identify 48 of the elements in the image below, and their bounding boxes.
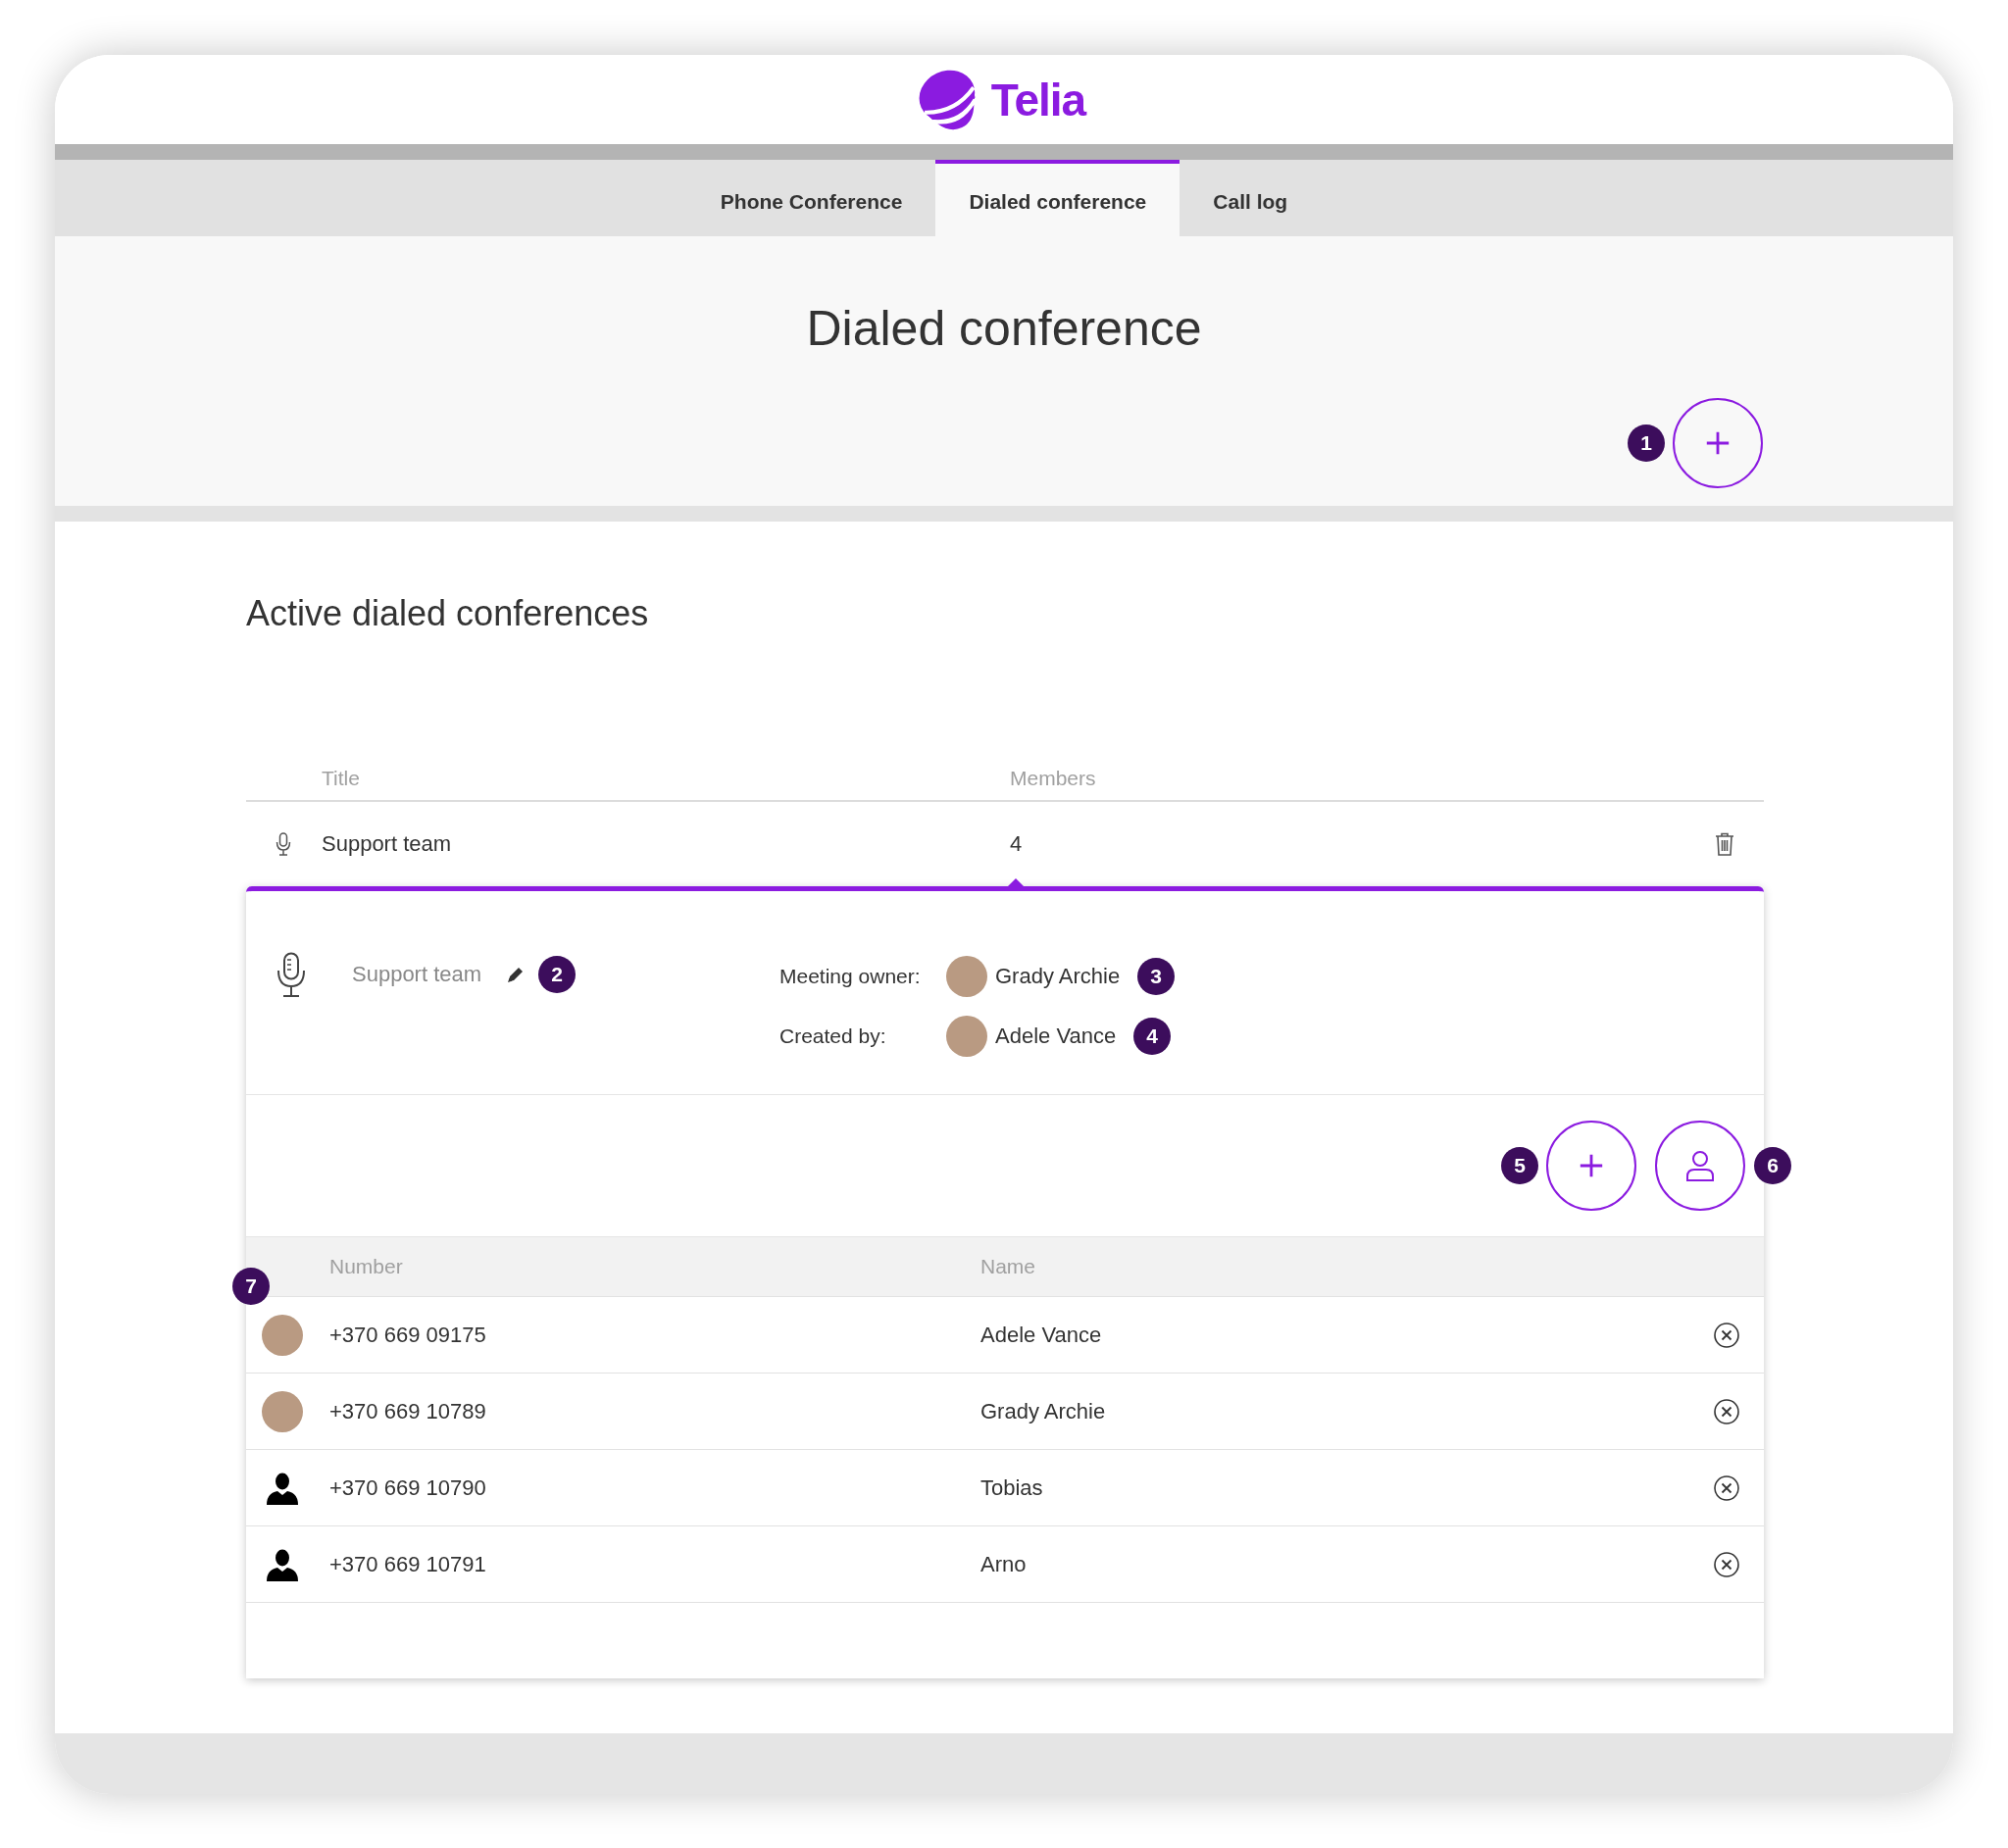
column-header: Number (329, 1255, 403, 1278)
conference-title: Support team (352, 962, 482, 987)
callout-badge: 7 (232, 1268, 270, 1305)
column-header: Title (322, 767, 360, 790)
callout-badge: 2 (538, 956, 577, 993)
phone-number: +370 669 09175 (329, 1322, 486, 1348)
tab[interactable]: Call log (1180, 160, 1322, 236)
column-header: Members (1010, 767, 1096, 790)
page-title: Dialed conference (805, 300, 1203, 358)
microphone-icon (276, 952, 306, 997)
plus-icon (1704, 429, 1732, 457)
microphone-icon (276, 832, 291, 856)
callout-badge: 6 (1754, 1147, 1791, 1184)
tab[interactable]: Phone Conference (686, 160, 936, 236)
avatar-photo (262, 1390, 303, 1432)
member-name: Grady Archie (980, 1398, 1106, 1424)
remove-icon[interactable] (1713, 1397, 1740, 1425)
phone-number: +370 669 10791 (329, 1551, 486, 1577)
remove-icon[interactable] (1713, 1321, 1740, 1349)
avatar-photo (946, 1016, 987, 1057)
remove-icon[interactable] (1713, 1550, 1740, 1578)
column-header: Name (980, 1255, 1036, 1278)
avatar-photo (946, 956, 987, 997)
table-cell: Support team (322, 831, 452, 857)
person-icon (1685, 1150, 1715, 1181)
person-silhouette-icon (266, 1547, 299, 1581)
plus-icon (1578, 1152, 1605, 1179)
remove-icon[interactable] (1713, 1473, 1740, 1502)
member-name: Arno (980, 1551, 1027, 1577)
meeting-owner-label: Meeting owner: (779, 965, 922, 988)
meeting-owner-name: Grady Archie (995, 964, 1121, 989)
member-name: Adele Vance (980, 1322, 1102, 1348)
created-by-name: Adele Vance (995, 1024, 1117, 1049)
member-name: Tobias (980, 1474, 1043, 1501)
callout-badge: 4 (1133, 1018, 1172, 1055)
person-silhouette-icon (266, 1471, 299, 1505)
table-cell: 4 (1010, 831, 1023, 857)
trash-icon[interactable] (1715, 832, 1734, 856)
phone-number: +370 669 10790 (329, 1474, 486, 1501)
phone-number: +370 669 10789 (329, 1398, 486, 1424)
section-title: Active dialed conferences (246, 592, 650, 635)
callout-badge: 1 (1628, 425, 1665, 462)
tab[interactable]: Dialed conference (935, 160, 1180, 236)
avatar-photo (262, 1314, 303, 1356)
logo-text: Telia (990, 73, 1086, 126)
callout-badge: 5 (1501, 1147, 1538, 1184)
created-by-label: Created by: (779, 1024, 887, 1048)
callout-badge: 3 (1137, 958, 1176, 995)
